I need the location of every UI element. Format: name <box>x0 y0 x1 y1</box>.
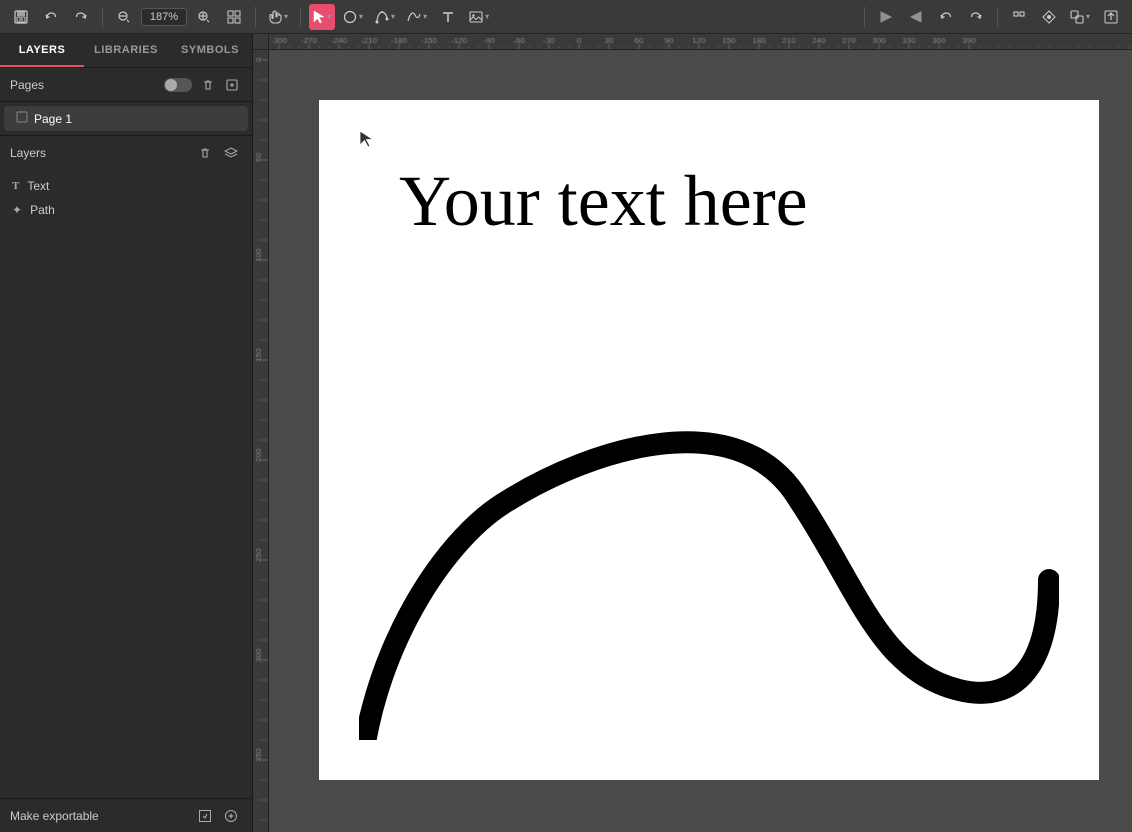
frame-button[interactable] <box>1006 4 1032 30</box>
path-tool-button[interactable]: ▾ <box>371 4 399 30</box>
ruler-vertical <box>253 50 269 832</box>
make-exportable-label: Make exportable <box>10 809 99 823</box>
page-icon <box>16 111 28 126</box>
ellipse-tool-button[interactable]: ▾ <box>339 4 367 30</box>
footer-icon-btn1[interactable] <box>194 805 216 827</box>
curve-tool-group: ▾ <box>403 4 431 30</box>
layer-item-path-label: Path <box>30 203 55 217</box>
ruler-horizontal <box>269 34 1132 50</box>
boolean-tool-group: ▾ <box>1066 4 1094 30</box>
pages-label: Pages <box>10 78 164 92</box>
ruler-corner <box>253 34 269 50</box>
path-tool-group: ▾ <box>371 4 399 30</box>
layers-label: Layers <box>10 146 194 160</box>
ellipse-tool-group: ▾ <box>339 4 367 30</box>
curve-chevron: ▾ <box>423 12 427 21</box>
align-left-button[interactable] <box>873 4 899 30</box>
save-button[interactable] <box>8 4 34 30</box>
layers-header: Layers <box>0 136 252 170</box>
export-button[interactable] <box>1098 4 1124 30</box>
canvas-area: Your text here <box>253 34 1132 832</box>
select-tool-button[interactable]: ▾ <box>309 4 335 30</box>
canvas-text-element[interactable]: Your text here <box>399 160 808 243</box>
main-layout: Layers Libraries Symbols Pages <box>0 34 1132 832</box>
canvas-viewport[interactable]: Your text here <box>269 50 1132 832</box>
toolbar-right: ▾ <box>860 4 1124 30</box>
panel-tabs: Layers Libraries Symbols <box>0 34 252 68</box>
pages-icons <box>198 75 242 95</box>
layers-list: T Text ✦ Path <box>0 170 252 798</box>
select-chevron: ▾ <box>327 12 331 21</box>
hand-chevron: ▾ <box>284 12 288 21</box>
zoom-out-button[interactable] <box>111 4 137 30</box>
canvas-path-element <box>359 320 1059 745</box>
layer-item-text[interactable]: T Text <box>0 174 252 198</box>
undo-button[interactable] <box>38 4 64 30</box>
left-panel: Layers Libraries Symbols Pages <box>0 34 253 832</box>
sep3 <box>300 7 301 27</box>
sep2 <box>255 7 256 27</box>
text-layer-icon: T <box>12 180 19 192</box>
image-chevron: ▾ <box>485 12 489 21</box>
pages-list: Page 1 <box>0 102 252 135</box>
delete-page-button[interactable] <box>198 75 218 95</box>
sep5 <box>997 7 998 27</box>
curve-tool-button[interactable]: ▾ <box>403 4 431 30</box>
add-page-button[interactable] <box>222 75 242 95</box>
sep4 <box>864 7 865 27</box>
tab-symbols[interactable]: Symbols <box>168 34 252 67</box>
layer-item-path[interactable]: ✦ Path <box>0 198 252 222</box>
add-layer-button[interactable] <box>220 142 242 164</box>
toggle-track[interactable] <box>164 78 192 92</box>
undo2-button[interactable] <box>933 4 959 30</box>
select-tool-group: ▾ <box>309 4 335 30</box>
flip-button[interactable] <box>903 4 929 30</box>
hand-tool-button[interactable]: ▾ <box>264 4 292 30</box>
ellipse-chevron: ▾ <box>359 12 363 21</box>
delete-layer-button[interactable] <box>194 142 216 164</box>
boolean-button[interactable]: ▾ <box>1066 4 1094 30</box>
tab-libraries[interactable]: Libraries <box>84 34 168 67</box>
component2-button[interactable] <box>1036 4 1062 30</box>
boolean-chevron: ▾ <box>1086 12 1090 21</box>
fit-button[interactable] <box>221 4 247 30</box>
layers-section: Layers T Text ✦ <box>0 135 252 798</box>
redo-button[interactable] <box>68 4 94 30</box>
sep1 <box>102 7 103 27</box>
zoom-display[interactable]: 187% <box>141 8 187 26</box>
top-toolbar: 187% ▾ ▾ ▾ ▾ <box>0 0 1132 34</box>
tab-layers[interactable]: Layers <box>0 34 84 67</box>
pages-toggle[interactable] <box>164 78 192 92</box>
image-tool-group: ▾ <box>465 4 493 30</box>
page-item-page1[interactable]: Page 1 <box>4 106 248 131</box>
redo2-button[interactable] <box>963 4 989 30</box>
hand-tool-group: ▾ <box>264 4 292 30</box>
panel-footer: Make exportable <box>0 798 252 832</box>
pages-header: Pages <box>0 68 252 102</box>
path-chevron: ▾ <box>391 12 395 21</box>
footer-add-btn[interactable] <box>220 805 242 827</box>
image-tool-button[interactable]: ▾ <box>465 4 493 30</box>
toggle-thumb <box>165 79 177 91</box>
zoom-in-button[interactable] <box>191 4 217 30</box>
layers-icons <box>194 142 242 164</box>
text-tool-button[interactable] <box>435 4 461 30</box>
canvas-page: Your text here <box>319 100 1099 780</box>
path-layer-icon: ✦ <box>12 203 22 217</box>
page-item-label: Page 1 <box>34 112 72 126</box>
footer-icons <box>194 805 242 827</box>
layer-item-text-label: Text <box>27 179 49 193</box>
